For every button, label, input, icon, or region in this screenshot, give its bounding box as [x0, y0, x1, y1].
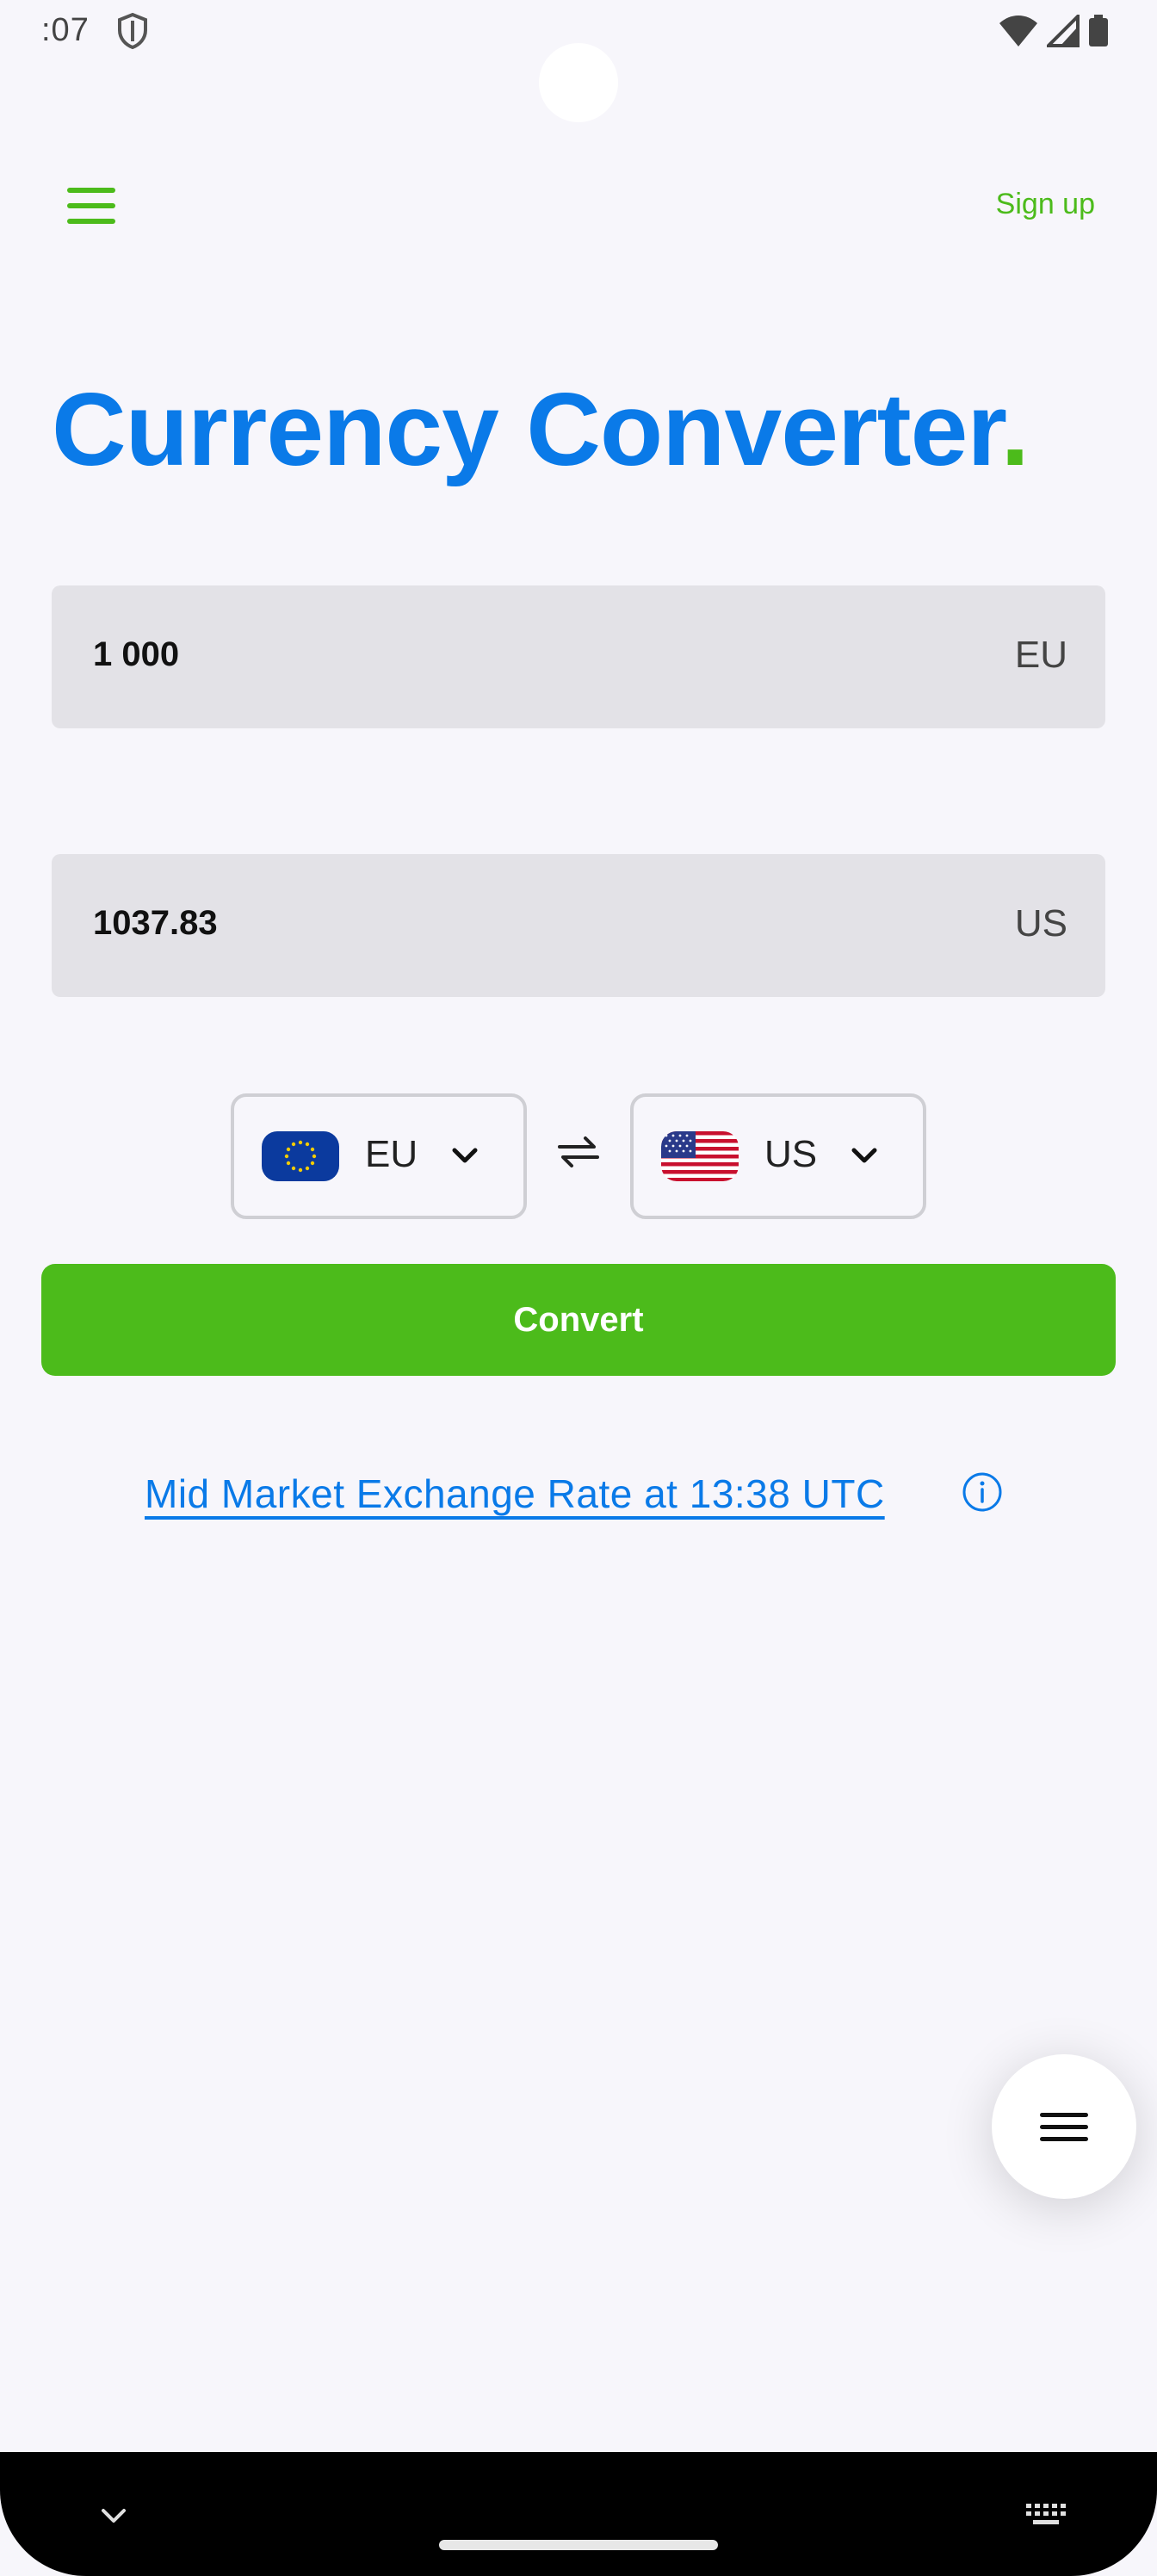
to-currency-code: US	[764, 1133, 818, 1175]
from-currency-code: EU	[365, 1133, 418, 1175]
floating-menu-button[interactable]	[992, 2054, 1136, 2199]
amount-to-value: 1037.83	[93, 904, 218, 942]
info-icon[interactable]	[961, 1471, 1004, 1514]
front-camera-cutout	[539, 43, 618, 122]
keyboard-icon[interactable]	[1024, 2502, 1067, 2528]
exchange-rate-link[interactable]: Mid Market Exchange Rate at 13:38 UTC	[145, 1471, 885, 1517]
us-flag-icon	[661, 1131, 739, 1181]
chevron-down-icon	[452, 1148, 478, 1163]
from-currency-select[interactable]: EU	[231, 1093, 527, 1219]
chevron-down-icon[interactable]	[96, 2504, 131, 2530]
system-nav-bar	[0, 2452, 1157, 2576]
page-title-dot: .	[1000, 372, 1029, 487]
amount-from-unit: EU	[1014, 634, 1067, 676]
wifi-icon	[999, 15, 1037, 46]
status-time: :07	[41, 12, 90, 48]
chevron-down-icon	[851, 1148, 877, 1163]
page-title: Currency Converter.	[52, 370, 1030, 489]
app-screen: :07 Sign up Currency Converter. 1 000 EU…	[0, 0, 1157, 2576]
to-currency-select[interactable]: US	[630, 1093, 926, 1219]
amount-to-field[interactable]: 1037.83 US	[52, 854, 1105, 997]
home-gesture-handle[interactable]	[439, 2540, 718, 2550]
amount-from-field[interactable]: 1 000 EU	[52, 585, 1105, 728]
battery-icon	[1089, 15, 1108, 46]
convert-button[interactable]: Convert	[41, 1264, 1116, 1376]
shield-icon	[118, 12, 147, 50]
status-icons	[999, 14, 1109, 48]
signal-icon	[1047, 15, 1080, 47]
eu-flag-icon	[262, 1131, 339, 1181]
swap-currencies-icon[interactable]	[554, 1128, 603, 1176]
amount-from-value: 1 000	[93, 635, 180, 673]
sign-up-link[interactable]: Sign up	[996, 188, 1095, 221]
page-title-text: Currency Converter	[52, 372, 1001, 487]
hamburger-menu-icon[interactable]	[67, 188, 119, 226]
amount-to-unit: US	[1014, 902, 1067, 944]
